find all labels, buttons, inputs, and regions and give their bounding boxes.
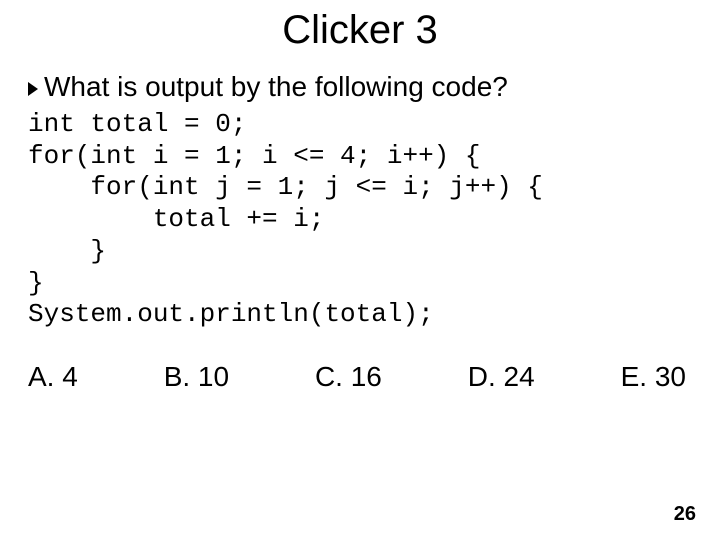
page-number: 26	[674, 503, 696, 526]
question-line: What is output by the following code?	[28, 71, 692, 103]
page-title: Clicker 3	[28, 8, 692, 53]
slide: Clicker 3 What is output by the followin…	[0, 0, 720, 540]
answer-a[interactable]: A. 4	[28, 361, 78, 393]
question-text: What is output by the following code?	[44, 71, 508, 103]
answer-d[interactable]: D. 24	[468, 361, 535, 393]
code-block: int total = 0; for(int i = 1; i <= 4; i+…	[28, 109, 692, 331]
answer-b[interactable]: B. 10	[164, 361, 229, 393]
bullet-icon	[28, 82, 38, 96]
answer-e[interactable]: E. 30	[621, 361, 686, 393]
answer-row: A. 4 B. 10 C. 16 D. 24 E. 30	[28, 361, 692, 393]
answer-c[interactable]: C. 16	[315, 361, 382, 393]
